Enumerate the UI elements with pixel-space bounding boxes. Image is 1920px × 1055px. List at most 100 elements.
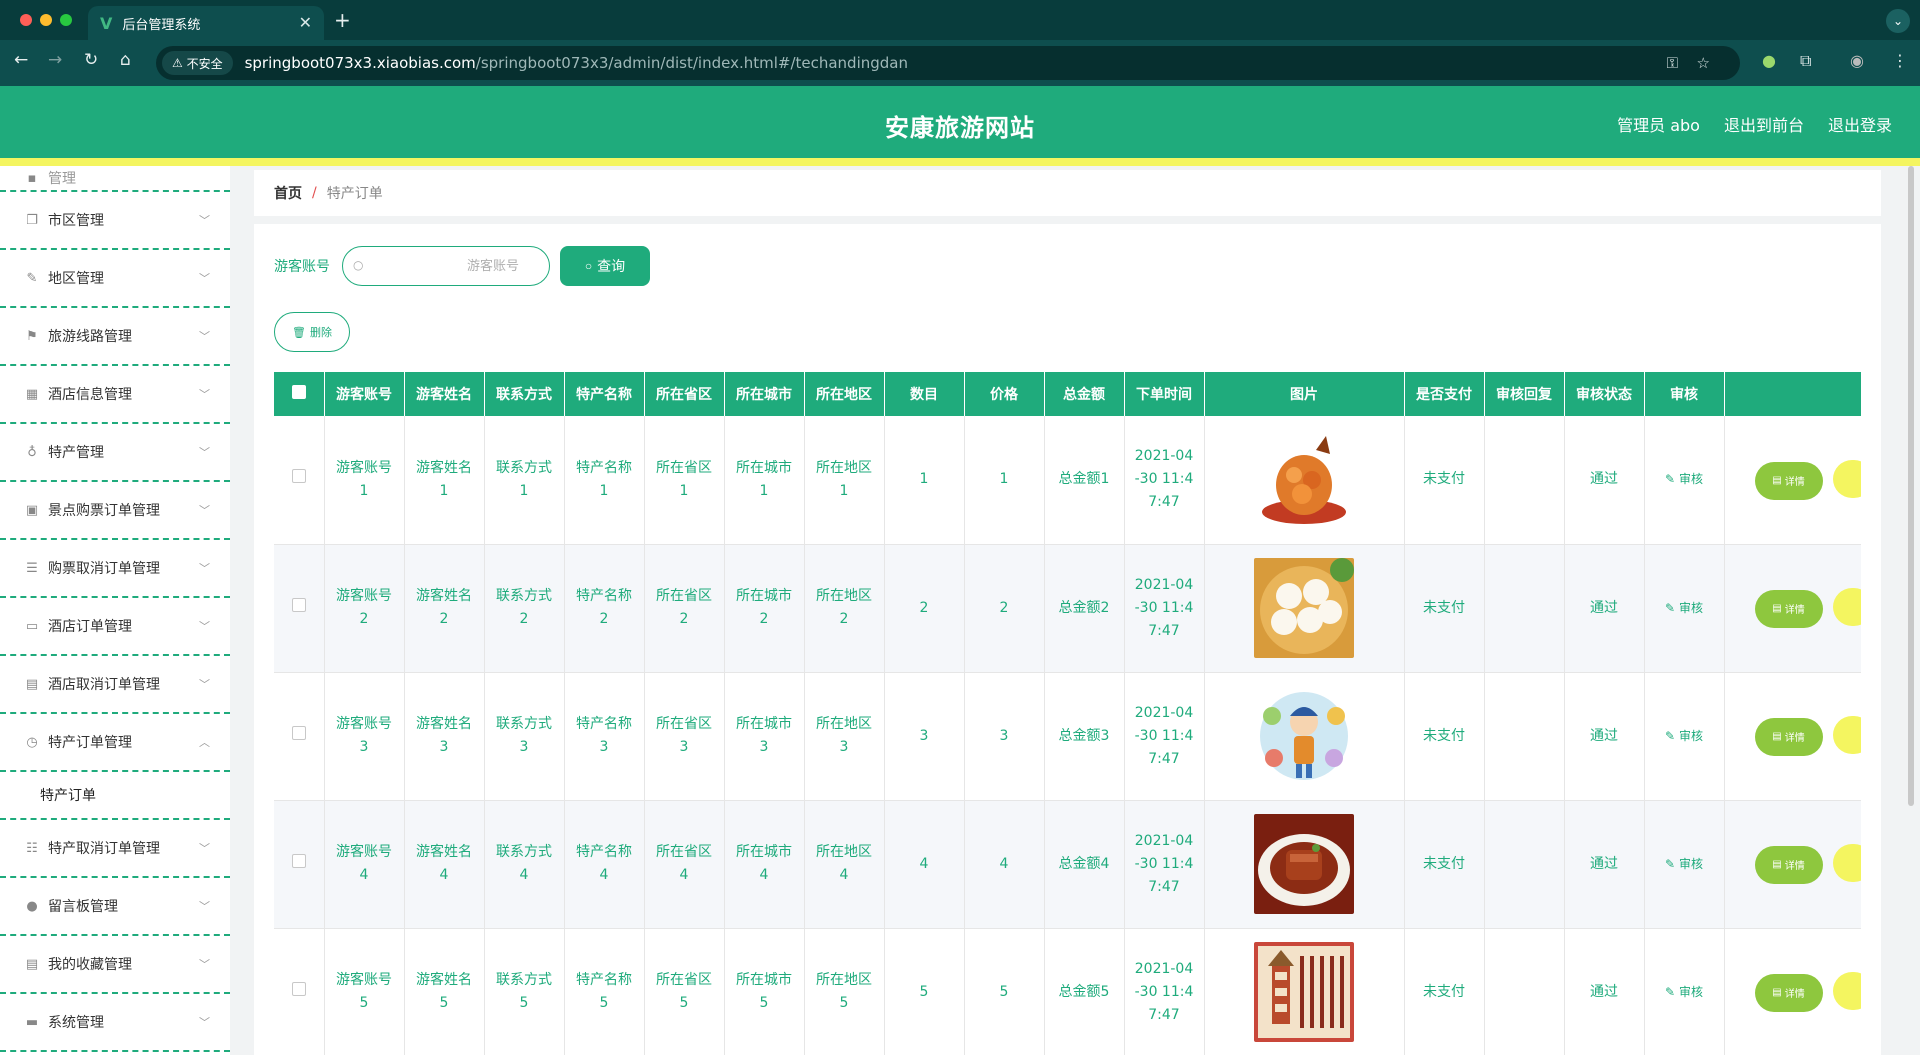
row-checkbox[interactable] xyxy=(291,853,306,868)
table-row[interactable]: 游客账号5 游客姓名5 联系方式5 特产名称5 所在省区5 所在城市5 所在地区5 5 5 总金额… xyxy=(274,928,1861,1055)
minimize-window-button[interactable] xyxy=(40,14,52,26)
row-select-cell[interactable] xyxy=(274,416,325,545)
breadcrumb-home[interactable]: 首页 xyxy=(274,183,302,203)
edit-button[interactable] xyxy=(1832,588,1861,627)
sidebar-item-sidebar.items5[interactable]: ▣ 景点购票订单管理 ﹀ xyxy=(0,482,230,540)
detail-button[interactable]: ▤ 详情 xyxy=(1754,589,1823,628)
audit-link[interactable]: ✎ 审核 xyxy=(1665,472,1703,486)
cell-district: 所在地区3 xyxy=(804,672,885,801)
edit-button[interactable] xyxy=(1832,972,1861,1011)
tab-close-icon[interactable]: ✕ xyxy=(299,13,312,32)
row-select-cell[interactable] xyxy=(274,800,325,929)
tab-search-icon[interactable]: ⌄ xyxy=(1886,9,1910,33)
cell-reply xyxy=(1484,672,1565,801)
table-row[interactable]: 游客账号2 游客姓名2 联系方式2 特产名称2 所在省区2 所在城市2 所在地区2 2 2 总金额… xyxy=(274,544,1861,673)
cell-image xyxy=(1204,800,1405,929)
sidebar-item-label: 酒店信息管理 xyxy=(48,387,132,403)
detail-button[interactable]: ▤ 详情 xyxy=(1754,845,1823,884)
sidebar-item-sidebar.items6[interactable]: ☰ 购票取消订单管理 ﹀ xyxy=(0,540,230,598)
row-checkbox[interactable] xyxy=(291,469,306,484)
detail-button[interactable]: ▤ 详情 xyxy=(1754,461,1823,500)
sidebar-item-sidebar.items_after2[interactable]: ▤ 我的收藏管理 ﹀ xyxy=(0,936,230,994)
cell-account: 游客账号2 xyxy=(324,544,405,673)
edit-button[interactable] xyxy=(1832,460,1861,498)
home-icon[interactable]: ⌂ xyxy=(120,50,131,70)
cell-actions: ▤ 详情 xyxy=(1724,800,1861,929)
edit-pen-icon: ✎ xyxy=(1664,856,1676,871)
bookmark-star-icon[interactable]: ☆ xyxy=(1697,54,1710,72)
maximize-window-button[interactable] xyxy=(60,14,72,26)
edit-button[interactable] xyxy=(1832,844,1861,883)
sidebar-item-sidebar.items7[interactable]: ▭ 酒店订单管理 ﹀ xyxy=(0,598,230,656)
sidebar-item-label: 特产管理 xyxy=(48,445,104,461)
list-icon: ☰ xyxy=(26,560,38,576)
cell-city: 所在城市3 xyxy=(724,672,805,801)
row-checkbox[interactable] xyxy=(291,725,306,740)
close-window-button[interactable] xyxy=(20,14,32,26)
search-input-wrapper[interactable]: ○ xyxy=(342,246,550,286)
cell-contact: 联系方式3 xyxy=(484,672,565,801)
detail-button[interactable]: ▤ 详情 xyxy=(1754,717,1823,756)
row-select-cell[interactable] xyxy=(274,672,325,801)
logout-link[interactable]: 退出登录 xyxy=(1828,112,1892,136)
query-button[interactable]: ○ 查询 xyxy=(560,246,650,286)
audit-link[interactable]: ✎ 审核 xyxy=(1665,985,1703,999)
audit-link[interactable]: ✎ 审核 xyxy=(1665,601,1703,615)
cell-total: 总金额5 xyxy=(1044,928,1125,1055)
audit-link[interactable]: ✎ 审核 xyxy=(1665,857,1703,871)
sidebar-item-sidebar.items1[interactable]: ✎ 地区管理 ﹀ xyxy=(0,250,230,308)
profile-avatar-icon[interactable]: ◉ xyxy=(1850,51,1864,70)
row-checkbox[interactable] xyxy=(291,981,306,996)
back-icon[interactable]: ← xyxy=(14,50,28,70)
sidebar-item-sidebar.items2[interactable]: ⚑ 旅游线路管理 ﹀ xyxy=(0,308,230,366)
cell-product: 特产名称2 xyxy=(564,544,645,673)
url-host: springboot073x3.xiaobias.com xyxy=(244,54,476,72)
sidebar-item-partial[interactable]: ▪ 管理 xyxy=(0,166,230,192)
new-tab-icon[interactable]: + xyxy=(334,8,351,32)
sidebar-item-label: 特产取消订单管理 xyxy=(48,841,160,857)
extensions-puzzle-icon[interactable]: ⧉ xyxy=(1800,51,1811,71)
sidebar-item-sidebar.items0[interactable]: ❐ 市区管理 ﹀ xyxy=(0,192,230,250)
detail-button[interactable]: ▤ 详情 xyxy=(1754,973,1823,1012)
chevron-down-icon: ﹀ xyxy=(199,272,210,285)
clock-icon: ◷ xyxy=(26,734,38,750)
table-row[interactable]: 游客账号1 游客姓名1 联系方式1 特产名称1 所在省区1 所在城市1 所在地区1 1 1 总金额… xyxy=(274,416,1861,545)
menu-kebab-icon[interactable]: ⋮ xyxy=(1892,51,1908,70)
delete-button[interactable]: 🗑 删除 xyxy=(274,312,350,352)
sidebar-item-sidebar.items8[interactable]: ▤ 酒店取消订单管理 ﹀ xyxy=(0,656,230,714)
column-header: 联系方式 xyxy=(484,372,565,416)
row-select-cell[interactable] xyxy=(274,544,325,673)
cell-image xyxy=(1204,544,1405,673)
table-row[interactable]: 游客账号3 游客姓名3 联系方式3 特产名称3 所在省区3 所在城市3 所在地区3 3 3 总金额… xyxy=(274,672,1861,801)
reload-icon[interactable]: ↻ xyxy=(84,50,98,70)
extension-icon[interactable]: ● xyxy=(1762,51,1776,70)
search-input[interactable] xyxy=(343,247,549,285)
orders-table-wrapper: 游客账号 游客姓名 联系方式 特产名称 所在省区 所在城市 所在地区 数目 价格 总金额 下单时间图… xyxy=(274,372,1861,1055)
row-checkbox[interactable] xyxy=(291,597,306,612)
page-scrollbar[interactable] xyxy=(1908,166,1914,806)
sidebar-subitem-active[interactable]: 特产订单 xyxy=(0,772,230,820)
sidebar-item-sidebar.items4[interactable]: ♁ 特产管理 ﹀ xyxy=(0,424,230,482)
table-row[interactable]: 游客账号4 游客姓名4 联系方式4 特产名称4 所在省区4 所在城市4 所在地区4 4 4 总金额… xyxy=(274,800,1861,929)
select-all-cell[interactable] xyxy=(274,372,325,416)
breadcrumb: 首页 / 特产订单 xyxy=(254,170,1881,216)
doc-icon: ▤ xyxy=(1772,475,1782,486)
sidebar-item-sidebar.items9[interactable]: ◷ 特产订单管理 ︿ xyxy=(0,714,230,772)
edit-button[interactable] xyxy=(1832,716,1861,755)
sidebar-item-sidebar.items_after3[interactable]: ▬ 系统管理 ﹀ xyxy=(0,994,230,1052)
sidebar-item-sidebar.items_after0[interactable]: ☷ 特产取消订单管理 ﹀ xyxy=(0,820,230,878)
address-bar[interactable]: ⚠ 不安全 springboot073x3.xiaobias.com/sprin… xyxy=(156,46,1740,80)
row-select-cell[interactable] xyxy=(274,928,325,1055)
browser-tab[interactable]: V 后台管理系统 ✕ xyxy=(88,6,324,40)
sidebar-item-sidebar.items_after1[interactable]: ● 留言板管理 ﹀ xyxy=(0,878,230,936)
column-header: 价格 xyxy=(964,372,1045,416)
sidebar-item-sidebar.items3[interactable]: ▦ 酒店信息管理 ﹀ xyxy=(0,366,230,424)
forward-icon[interactable]: → xyxy=(48,50,62,70)
to-front-link[interactable]: 退出到前台 xyxy=(1724,112,1804,136)
audit-link[interactable]: ✎ 审核 xyxy=(1665,729,1703,743)
insecure-badge[interactable]: ⚠ 不安全 xyxy=(162,51,233,75)
select-all-checkbox[interactable] xyxy=(291,385,306,399)
cell-province: 所在省区4 xyxy=(644,800,725,929)
audit-label: 审核 xyxy=(1679,856,1704,871)
key-icon[interactable]: ⚿ xyxy=(1667,54,1678,72)
